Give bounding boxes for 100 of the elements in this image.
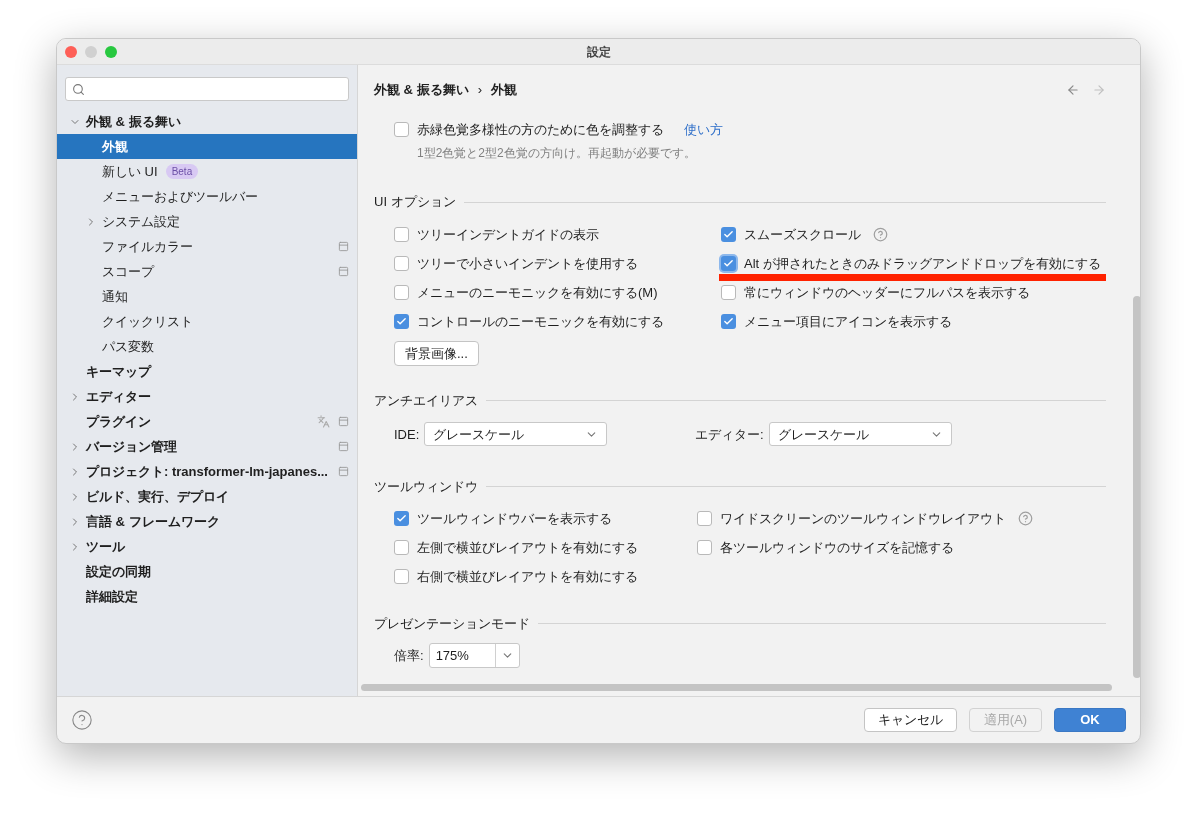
sidebar-item[interactable]: 設定の同期	[57, 559, 357, 584]
checkbox-label: メニュー項目にアイコンを表示する	[744, 312, 952, 331]
item-label: キーマップ	[86, 362, 151, 381]
sidebar-item[interactable]: 新しい UI Beta	[57, 159, 357, 184]
item-label: パス変数	[102, 337, 154, 356]
checkbox[interactable]	[721, 227, 736, 242]
item-label: 言語 & フレームワーク	[86, 512, 220, 531]
checkbox-label: 各ツールウィンドウのサイズを記憶する	[720, 539, 954, 557]
checkbox-label: コントロールのニーモニックを有効にする	[417, 312, 664, 331]
sidebar-item[interactable]: ツール	[57, 534, 357, 559]
item-label: 外観 & 振る舞い	[86, 112, 181, 131]
sidebar-item[interactable]: エディター	[57, 384, 357, 409]
minimize-icon[interactable]	[85, 46, 97, 58]
section-title: プレゼンテーションモード	[374, 614, 530, 633]
sidebar-item[interactable]: プロジェクト: transformer-lm-japanes...	[57, 459, 357, 484]
checkbox[interactable]	[394, 256, 409, 271]
help-icon[interactable]	[1018, 511, 1033, 527]
checkbox[interactable]	[721, 285, 736, 300]
help-icon[interactable]	[873, 227, 888, 242]
sidebar-item[interactable]: プラグイン	[57, 409, 357, 434]
beta-badge: Beta	[165, 164, 199, 179]
checkbox[interactable]	[394, 569, 409, 585]
dropdown[interactable]: グレースケール	[768, 422, 952, 447]
sidebar-item[interactable]: ビルド、実行、デプロイ	[57, 484, 357, 509]
checkbox-label: 左側で横並びレイアウトを有効にする	[417, 539, 638, 557]
check-icon	[723, 258, 734, 269]
checkbox-label: 赤緑色覚多様性の方のために色を調整する	[417, 120, 664, 139]
horizontal-scrollbar[interactable]	[361, 684, 1112, 691]
breadcrumb-item[interactable]: 外観	[490, 80, 517, 100]
item-label: 通知	[102, 287, 128, 306]
checkbox[interactable]	[394, 122, 409, 137]
item-label: エディター	[86, 387, 151, 406]
sidebar-item[interactable]: 通知	[57, 284, 357, 309]
item-label: クイックリスト	[102, 312, 193, 331]
item-label: プロジェクト: transformer-lm-japanes...	[86, 462, 328, 481]
sidebar-item[interactable]: メニューおよびツールバー	[57, 184, 357, 209]
section-title: アンチエイリアス	[374, 391, 478, 410]
checkbox[interactable]	[394, 227, 409, 242]
item-label: プラグイン	[86, 412, 151, 431]
checkbox-label: ツリーインデントガイドの表示	[417, 225, 599, 244]
sidebar-item[interactable]: 言語 & フレームワーク	[57, 509, 357, 534]
item-label: 新しい UI	[102, 162, 158, 181]
breadcrumb-separator: ›	[477, 81, 482, 100]
field-label: IDE:	[394, 425, 420, 444]
checkbox[interactable]	[394, 511, 409, 527]
how-to-link[interactable]: 使い方	[684, 119, 723, 140]
sidebar-item[interactable]: キーマップ	[57, 359, 357, 384]
search-field[interactable]	[65, 77, 349, 101]
hint-text: 1型2色覚と2型2色覚の方向け。再起動が必要です。	[416, 145, 697, 162]
item-label: システム設定	[102, 212, 180, 231]
check-icon	[723, 229, 734, 240]
checkbox[interactable]	[697, 511, 712, 527]
item-label: スコープ	[102, 262, 154, 281]
check-icon	[396, 316, 407, 327]
checkbox-label: 常にウィンドウのヘッダーにフルパスを表示する	[744, 283, 1030, 302]
sidebar-item[interactable]: クイックリスト	[57, 309, 357, 334]
close-icon[interactable]	[65, 46, 77, 58]
item-label: 設定の同期	[86, 562, 151, 581]
section-title: UI オプション	[374, 193, 456, 212]
sidebar-item[interactable]: 外観	[57, 134, 357, 159]
item-label: ツール	[86, 537, 125, 556]
item-label: バージョン管理	[86, 437, 177, 456]
item-label: 詳細設定	[86, 587, 138, 606]
sidebar-item[interactable]: バージョン管理	[57, 434, 357, 459]
item-label: 外観	[102, 137, 128, 156]
zoom-combo-box[interactable]: 175%	[428, 643, 520, 669]
checkbox[interactable]	[394, 540, 409, 556]
field-label: 倍率:	[394, 647, 424, 665]
item-label: ファイルカラー	[102, 237, 193, 256]
help-icon[interactable]	[71, 709, 93, 731]
sidebar-item[interactable]: パス変数	[57, 334, 357, 359]
dialog-button[interactable]: キャンセル	[864, 708, 957, 732]
sidebar-item[interactable]: スコープ	[57, 259, 357, 284]
checkbox[interactable]	[697, 540, 712, 556]
dropdown[interactable]: グレースケール	[424, 422, 608, 447]
checkbox-label: ワイドスクリーンのツールウィンドウレイアウト	[720, 510, 1006, 528]
sidebar-item[interactable]: 外観 & 振る舞い	[57, 109, 357, 134]
vertical-scrollbar[interactable]	[1133, 296, 1140, 678]
background-image-button[interactable]: 背景画像...	[394, 341, 479, 367]
dialog-button[interactable]: OK	[1054, 708, 1126, 732]
checkbox-label: スムーズスクロール	[744, 225, 861, 244]
checkbox[interactable]	[394, 314, 409, 329]
checkbox-label: ツールウィンドウバーを表示する	[417, 510, 612, 528]
section-title: ツールウィンドウ	[374, 477, 478, 496]
checkbox-label: 右側で横並びレイアウトを有効にする	[417, 568, 638, 586]
field-label: エディター:	[695, 425, 764, 444]
breadcrumb-item[interactable]: 外観 & 振る舞い	[374, 80, 469, 100]
checkbox-label: Alt が押されたときのみドラッグアンドドロップを有効にする	[744, 254, 1101, 273]
checkbox[interactable]	[721, 256, 736, 271]
window-title: 設定	[586, 43, 611, 61]
sidebar-item[interactable]: システム設定	[57, 209, 357, 234]
search-icon	[72, 82, 85, 96]
checkbox[interactable]	[721, 314, 736, 329]
sidebar-item[interactable]: 詳細設定	[57, 584, 357, 609]
sidebar-item[interactable]: ファイルカラー	[57, 234, 357, 259]
maximize-icon[interactable]	[105, 46, 117, 58]
item-label: メニューおよびツールバー	[102, 187, 258, 206]
checkbox[interactable]	[394, 285, 409, 300]
checkbox-label: メニューのニーモニックを有効にする(M)	[417, 283, 658, 302]
item-label: ビルド、実行、デプロイ	[86, 487, 229, 506]
